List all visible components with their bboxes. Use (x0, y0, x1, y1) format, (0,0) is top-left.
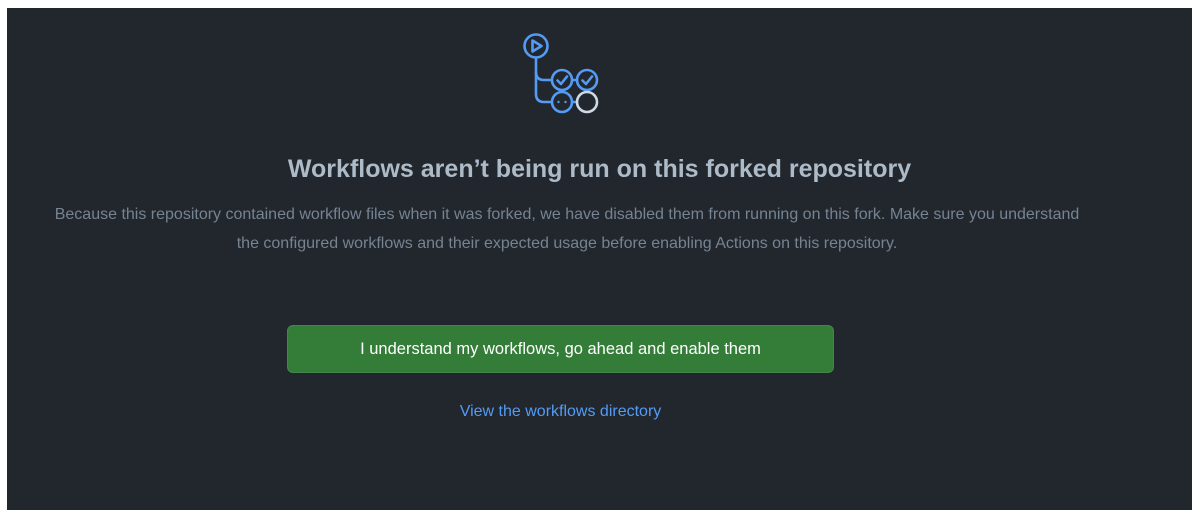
description-text: Because this repository contained workfl… (54, 206, 1080, 252)
view-workflows-directory-link[interactable]: View the workflows directory (7, 400, 1114, 424)
actions-disabled-panel: Workflows aren’t being run on this forke… (7, 8, 1192, 510)
enable-workflows-button[interactable]: I understand my workflows, go ahead and … (287, 325, 834, 373)
workflow-run-icon (516, 30, 616, 124)
page-title: Workflows aren’t being run on this forke… (287, 155, 912, 183)
